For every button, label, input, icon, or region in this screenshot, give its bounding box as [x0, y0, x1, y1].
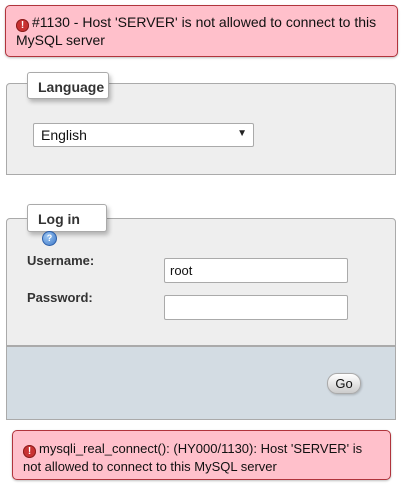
login-legend-text: Log in [38, 211, 80, 227]
go-button[interactable]: Go [327, 373, 361, 394]
login-legend: Log in? [27, 204, 107, 246]
error-text-top: #1130 - Host 'SERVER' is not allowed to … [16, 14, 377, 48]
dropdown-arrow-icon: ▼ [237, 128, 247, 139]
password-input[interactable] [164, 295, 348, 320]
help-icon[interactable]: ? [42, 231, 57, 246]
error-icon: ! [23, 445, 36, 458]
language-select-value: English [41, 127, 87, 143]
username-label: Username: [27, 253, 95, 268]
error-icon: ! [16, 19, 29, 32]
error-text-bottom: mysqli_real_connect(): (HY000/1130): Hos… [23, 441, 363, 474]
language-select[interactable]: English ▼ [33, 123, 254, 147]
error-message-bottom: ! mysqli_real_connect(): (HY000/1130): Ho… [12, 430, 391, 480]
error-message-top: ! #1130 - Host 'SERVER' is not allowed to… [5, 5, 398, 57]
password-label: Password: [27, 290, 93, 305]
language-legend: Language [27, 72, 109, 99]
username-input[interactable] [164, 258, 348, 283]
